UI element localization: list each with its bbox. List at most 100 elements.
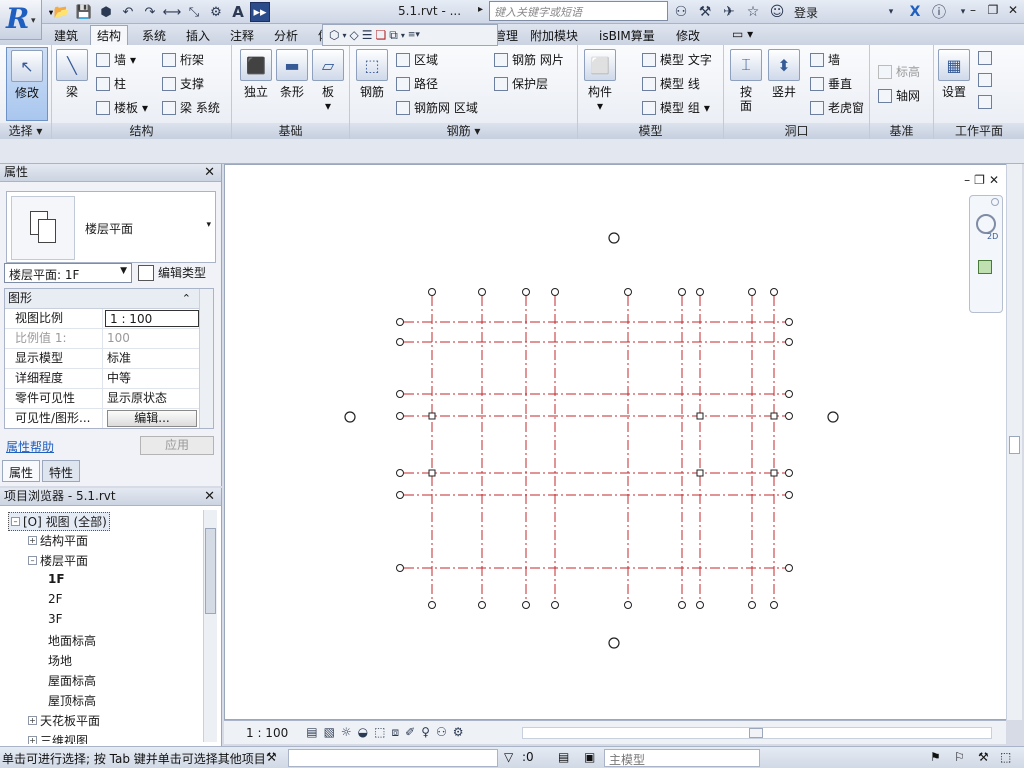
- grid-bubble[interactable]: [785, 469, 793, 477]
- steering-wheel-icon[interactable]: [976, 214, 996, 234]
- properties-help-link[interactable]: 属性帮助: [6, 438, 54, 455]
- grid-bubble[interactable]: [428, 601, 436, 609]
- component-button[interactable]: ⬜ 构件 ▾: [584, 49, 616, 113]
- switch-windows-icon[interactable]: ⧉: [389, 28, 398, 43]
- grid-bubble[interactable]: [785, 390, 793, 398]
- beam-system-button[interactable]: 梁 系统: [162, 99, 220, 116]
- set-workplane-button[interactable]: ▦ 设置: [938, 49, 970, 99]
- worksharing-icon[interactable]: ⚒: [266, 750, 277, 764]
- tab-structure[interactable]: 结构: [90, 25, 129, 45]
- tree-node[interactable]: 屋顶标高: [48, 692, 96, 709]
- structural-column[interactable]: [428, 469, 436, 477]
- 3d-view-icon[interactable]: ⬡: [329, 28, 339, 42]
- grid-bubble[interactable]: [678, 601, 686, 609]
- scrollbar-thumb[interactable]: [749, 728, 763, 738]
- tab-systems[interactable]: 系统: [138, 27, 170, 44]
- grid-bubble[interactable]: [748, 288, 756, 296]
- brace-button[interactable]: 支撑: [162, 75, 204, 92]
- unlock-3d-icon[interactable]: ✐: [405, 725, 415, 740]
- fabric-area-button[interactable]: 钢筋网 区域: [396, 99, 478, 116]
- login-link[interactable]: 登录: [794, 4, 818, 21]
- grid-bubble[interactable]: [624, 288, 632, 296]
- grid-bubble[interactable]: [696, 601, 704, 609]
- tab-analyze[interactable]: 分析: [270, 27, 302, 44]
- grid-bubble[interactable]: [785, 338, 793, 346]
- structural-column[interactable]: [696, 412, 704, 420]
- save-icon[interactable]: 💾: [74, 2, 94, 22]
- tab-modify[interactable]: 修改: [672, 27, 704, 44]
- close-icon[interactable]: ✕: [1004, 1, 1022, 19]
- structural-column[interactable]: [428, 412, 436, 420]
- floor-button[interactable]: 楼板 ▾: [96, 99, 148, 116]
- redo-icon[interactable]: ↷: [140, 2, 160, 22]
- tree-node[interactable]: 屋面标高: [48, 672, 96, 689]
- grid-bubble[interactable]: [522, 601, 530, 609]
- edit-type-button[interactable]: 编辑类型: [138, 264, 206, 281]
- property-value[interactable]: 编辑...: [103, 409, 213, 428]
- instance-selector[interactable]: 楼层平面: 1F ▼: [4, 263, 132, 283]
- property-row[interactable]: 零件可见性 显示原状态: [5, 389, 213, 409]
- grid-bubble[interactable]: [624, 601, 632, 609]
- expand-icon[interactable]: +: [28, 716, 37, 725]
- horizontal-scrollbar[interactable]: [522, 727, 992, 739]
- select-links-icon[interactable]: ⚑: [930, 750, 941, 764]
- reveal-hidden-icon[interactable]: ⚇: [436, 725, 447, 740]
- expand-icon[interactable]: +: [28, 536, 37, 545]
- grid-bubble[interactable]: [748, 601, 756, 609]
- grid-bubble[interactable]: [770, 288, 778, 296]
- help-icon[interactable]: ⓘ: [930, 3, 948, 21]
- grid-bubble[interactable]: [396, 338, 404, 346]
- strip-foundation-button[interactable]: ▬ 条形: [276, 49, 308, 99]
- select-underlay-icon[interactable]: ⚐: [954, 750, 965, 764]
- sun-path-icon[interactable]: ☼: [341, 725, 352, 740]
- grid-bubble[interactable]: [428, 288, 436, 296]
- title-arrow-icon[interactable]: ▸: [478, 4, 483, 15]
- restore-icon[interactable]: ❐: [974, 173, 985, 187]
- text-icon[interactable]: A: [228, 2, 248, 22]
- grid-bubble[interactable]: [478, 288, 486, 296]
- close-icon[interactable]: ✕: [989, 173, 999, 187]
- grid-button[interactable]: 轴网: [878, 87, 920, 104]
- by-face-button[interactable]: ⌶ 按面: [730, 49, 762, 113]
- property-value[interactable]: 100: [103, 329, 213, 348]
- switch-windows-dropdown-icon[interactable]: ▾: [401, 31, 405, 40]
- panel-title-select[interactable]: 选择 ▾: [0, 123, 51, 139]
- close-icon[interactable]: ✕: [204, 164, 215, 181]
- grid-bubble[interactable]: [551, 601, 559, 609]
- viewer-button[interactable]: [978, 95, 992, 109]
- property-value[interactable]: 中等: [103, 369, 213, 388]
- grid-bubble[interactable]: [785, 318, 793, 326]
- dormer-button[interactable]: 老虎窗: [810, 99, 864, 116]
- property-value[interactable]: 显示原状态: [103, 389, 213, 408]
- rebar-button[interactable]: ⬚ 钢筋: [356, 49, 388, 99]
- close-icon[interactable]: [991, 198, 999, 206]
- star-icon[interactable]: ☆: [744, 3, 762, 21]
- tree-node[interactable]: 1F: [48, 572, 65, 586]
- tab-isbim[interactable]: isBIM算量: [595, 27, 659, 44]
- structural-column[interactable]: [770, 469, 778, 477]
- expand-icon[interactable]: +: [28, 736, 37, 744]
- select-by-face-icon[interactable]: ⬚: [1000, 750, 1011, 764]
- property-row[interactable]: 比例值 1: 100: [5, 329, 213, 349]
- grid-plan[interactable]: [225, 165, 1021, 721]
- app-menu-button[interactable]: R ▾: [0, 0, 42, 40]
- property-row[interactable]: 视图比例 1 : 100: [5, 309, 213, 329]
- show-crop-icon[interactable]: ⧈: [392, 725, 400, 740]
- design-option-select[interactable]: 主模型: [604, 749, 760, 767]
- exchange-icon[interactable]: X: [906, 3, 924, 21]
- workset-select[interactable]: [288, 749, 498, 767]
- structural-column[interactable]: [770, 412, 778, 420]
- tree-node[interactable]: + 三维视图: [28, 732, 88, 744]
- type-selector[interactable]: 楼层平面 ▾: [6, 191, 216, 263]
- design-option-icon[interactable]: ▣: [584, 750, 595, 764]
- isolated-foundation-button[interactable]: ⬛ 独立: [240, 49, 272, 99]
- vertical-scrollbar[interactable]: [1006, 164, 1022, 720]
- grid-bubble[interactable]: [551, 288, 559, 296]
- properties-scrollbar[interactable]: [199, 289, 213, 428]
- vertical-opening-button[interactable]: 垂直: [810, 75, 852, 92]
- close-icon[interactable]: ✕: [204, 488, 215, 505]
- model-text-button[interactable]: 模型 文字: [642, 51, 712, 68]
- property-value[interactable]: 标准: [103, 349, 213, 368]
- scrollbar-thumb[interactable]: [205, 528, 216, 614]
- temporary-hide-icon[interactable]: ♀: [421, 725, 430, 740]
